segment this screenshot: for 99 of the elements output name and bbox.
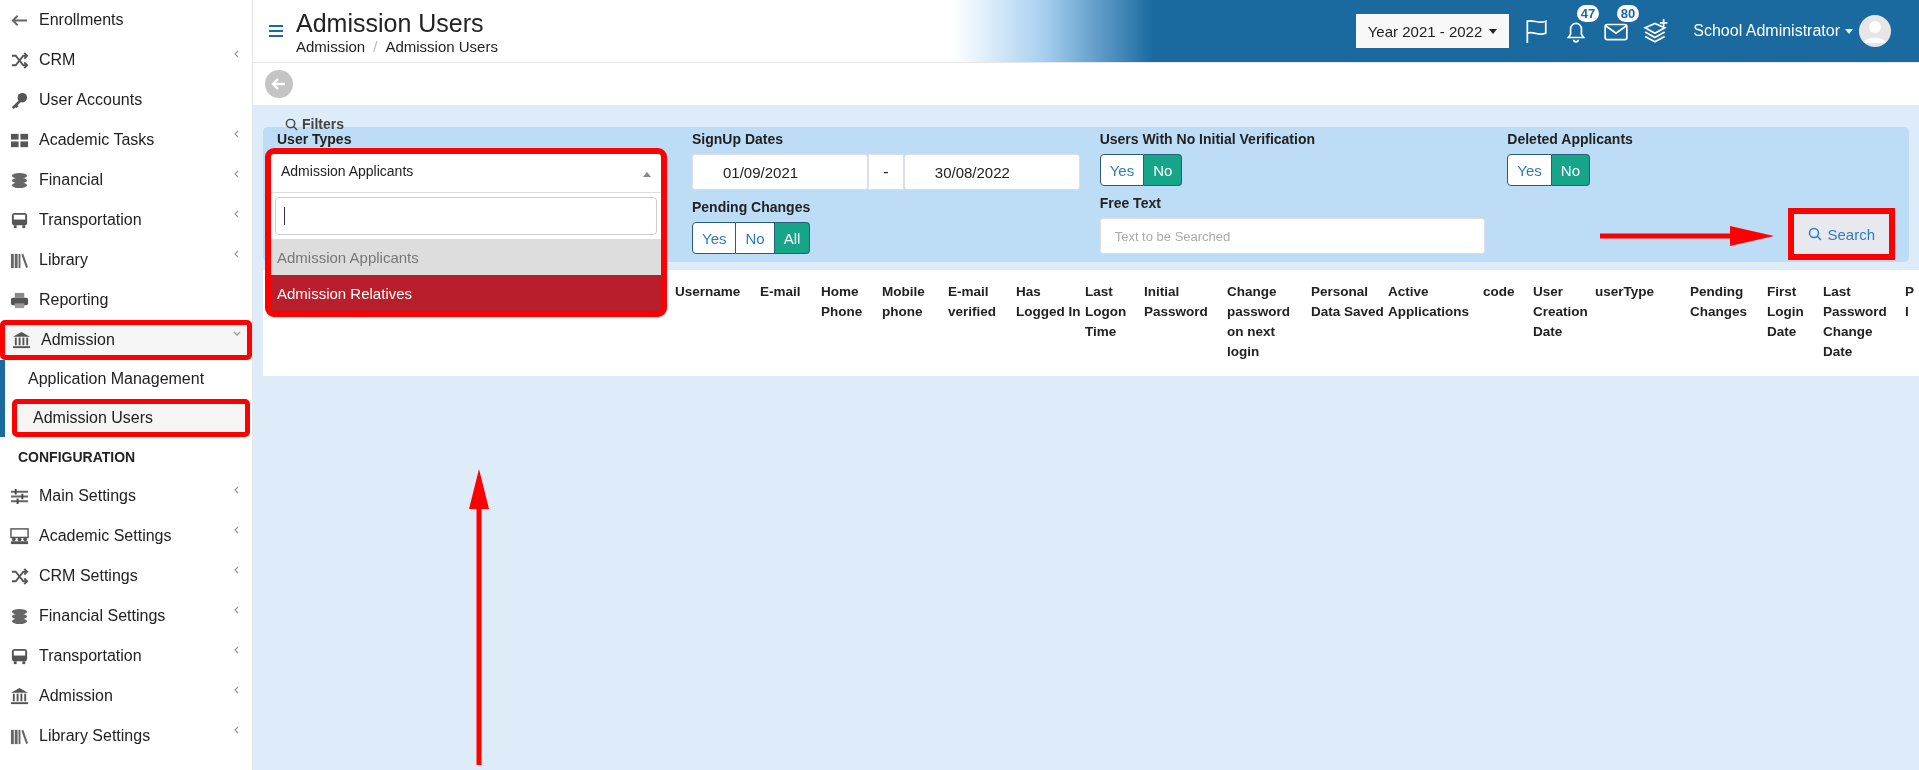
flag-icon[interactable]	[1523, 18, 1550, 44]
breadcrumb-item: Admission Users	[385, 37, 498, 55]
toggle-option[interactable]: Yes	[692, 222, 737, 254]
sidebar-label: Academic Tasks	[39, 131, 156, 149]
date-from-field[interactable]: 01/09/2021	[692, 154, 868, 190]
sidebar-label: Financial Settings	[39, 607, 167, 625]
year-select[interactable]: Year 2021 - 2022	[1355, 14, 1510, 48]
dropdown-option[interactable]: Admission Relatives	[271, 275, 661, 311]
user-types-select[interactable]: Admission Applicants	[271, 154, 661, 193]
sidebar-item[interactable]: CRM	[0, 40, 252, 80]
breadcrumb-item[interactable]: Admission	[296, 37, 366, 55]
section-heading: CONFIGURATION	[17, 448, 137, 467]
notification-badge: 47	[1576, 5, 1600, 22]
sidebar-label: Financial	[39, 171, 105, 189]
caret-up-icon	[643, 171, 651, 177]
sidebar-label: Reporting	[39, 291, 110, 309]
caret-icon	[1489, 28, 1498, 34]
bus-icon	[10, 646, 29, 666]
column-header[interactable]: Pending Changes	[1690, 282, 1767, 362]
column-header[interactable]: First Login Date	[1767, 282, 1823, 362]
sidebar-label: Admission	[41, 331, 116, 349]
sidebar-item[interactable]: Transportation	[0, 636, 252, 676]
sidebar-label: CRM	[39, 51, 77, 69]
avatar-icon[interactable]	[1859, 15, 1891, 47]
sidebar-item[interactable]: Financial Settings	[0, 596, 252, 636]
column-header[interactable]: Mobile phone	[882, 282, 948, 362]
menu-icon[interactable]	[269, 25, 283, 37]
layers-plus-icon[interactable]	[1643, 18, 1670, 44]
sidebar-item[interactable]: Main Settings	[0, 476, 252, 516]
column-header[interactable]: Change password on next login	[1227, 282, 1311, 362]
dropdown-search-field[interactable]	[275, 197, 657, 235]
sidebar-item[interactable]: Reporting	[0, 280, 252, 320]
user-menu[interactable]: School Administrator	[1683, 22, 1853, 40]
sidebar-label: Library Settings	[39, 727, 152, 745]
column-header[interactable]: User Creation Date	[1533, 282, 1595, 362]
sidebar-item[interactable]: Admission	[0, 676, 252, 716]
bus-icon	[10, 210, 29, 230]
field-label: Users With No Initial Verification	[1099, 131, 1316, 149]
column-header[interactable]: Active Applications	[1388, 282, 1483, 362]
column-header[interactable]: code	[1483, 282, 1533, 362]
sidebar-item[interactable]: Financial	[0, 160, 252, 200]
key-icon	[10, 90, 29, 110]
column-header[interactable]: Last Password Change Date	[1823, 282, 1905, 362]
search-icon	[285, 117, 298, 131]
filters-heading[interactable]: Filters	[285, 115, 1919, 133]
sidebar-item[interactable]: CRM Settings	[0, 556, 252, 596]
field-label: Free Text	[1099, 195, 1162, 213]
sidebar-label: Main Settings	[39, 487, 137, 505]
column-header[interactable]: E-mail	[760, 282, 821, 362]
column-header[interactable]: Home Phone	[821, 282, 882, 362]
column-header[interactable]: userType	[1595, 282, 1690, 362]
column-header[interactable]: Personal Data Saved	[1311, 282, 1388, 362]
column-header[interactable]: Last Logon Time	[1085, 282, 1144, 362]
sidebar-item[interactable]: Academic Settings	[0, 516, 252, 556]
sidebar-label: User Accounts	[39, 91, 144, 109]
sidebar-item[interactable]: Enrollments	[0, 0, 252, 40]
printer-icon	[10, 290, 29, 310]
toggle-option[interactable]: Yes	[1507, 154, 1552, 186]
sidebar-label: Admission	[39, 687, 114, 705]
sidebar-item[interactable]: Admission	[0, 320, 252, 360]
sidebar-item[interactable]: Library Settings	[0, 716, 252, 756]
toggle-option[interactable]: No	[736, 222, 775, 254]
field-label: SignUp Dates	[692, 131, 784, 149]
sidebar-item[interactable]: Library	[0, 240, 252, 280]
message-badge: 80	[1616, 5, 1640, 22]
column-header[interactable]: E-mail verified	[948, 282, 1016, 362]
sidebar-item[interactable]: Academic Tasks	[0, 120, 252, 160]
submenu-item[interactable]: Application Management	[0, 360, 252, 398]
shuffle-icon	[10, 50, 29, 70]
caret-icon	[1845, 28, 1853, 34]
sidebar-label: Enrollments	[39, 11, 125, 29]
field-label: Pending Changes	[692, 199, 812, 217]
sidebar-label: Transportation	[39, 211, 143, 229]
people-icon	[10, 526, 29, 546]
sidebar-item[interactable]: Transportation	[0, 200, 252, 240]
field-label: User Types	[277, 131, 353, 149]
sidebar-label: Academic Settings	[39, 527, 173, 545]
shuffle-icon	[10, 566, 29, 586]
field-label: Deleted Applicants	[1507, 131, 1634, 149]
column-header[interactable]: Username	[675, 282, 760, 362]
free-text-field[interactable]: Text to be Searched	[1099, 218, 1485, 254]
bank-icon	[10, 686, 29, 706]
sliders-icon	[10, 486, 29, 506]
page-title: Admission Users	[296, 7, 485, 38]
sidebar-label: Transportation	[39, 647, 143, 665]
coins-icon	[10, 606, 29, 626]
breadcrumb-separator: /	[373, 37, 378, 55]
column-header[interactable]: Has Logged In	[1016, 282, 1085, 362]
date-range-separator: -	[883, 163, 889, 181]
date-to-field[interactable]: 30/08/2022	[903, 154, 1080, 190]
search-icon	[1808, 227, 1823, 241]
sidebar-item[interactable]: User Accounts	[0, 80, 252, 120]
column-header[interactable]: P I	[1905, 282, 1919, 362]
bank-icon	[12, 330, 31, 350]
toggle-option[interactable]: Yes	[1099, 154, 1145, 186]
submenu-item[interactable]: Admission Users	[12, 399, 250, 437]
coins-icon	[10, 170, 29, 190]
sidebar-label: Library	[39, 251, 89, 269]
sidebar-label: CRM Settings	[39, 567, 139, 585]
